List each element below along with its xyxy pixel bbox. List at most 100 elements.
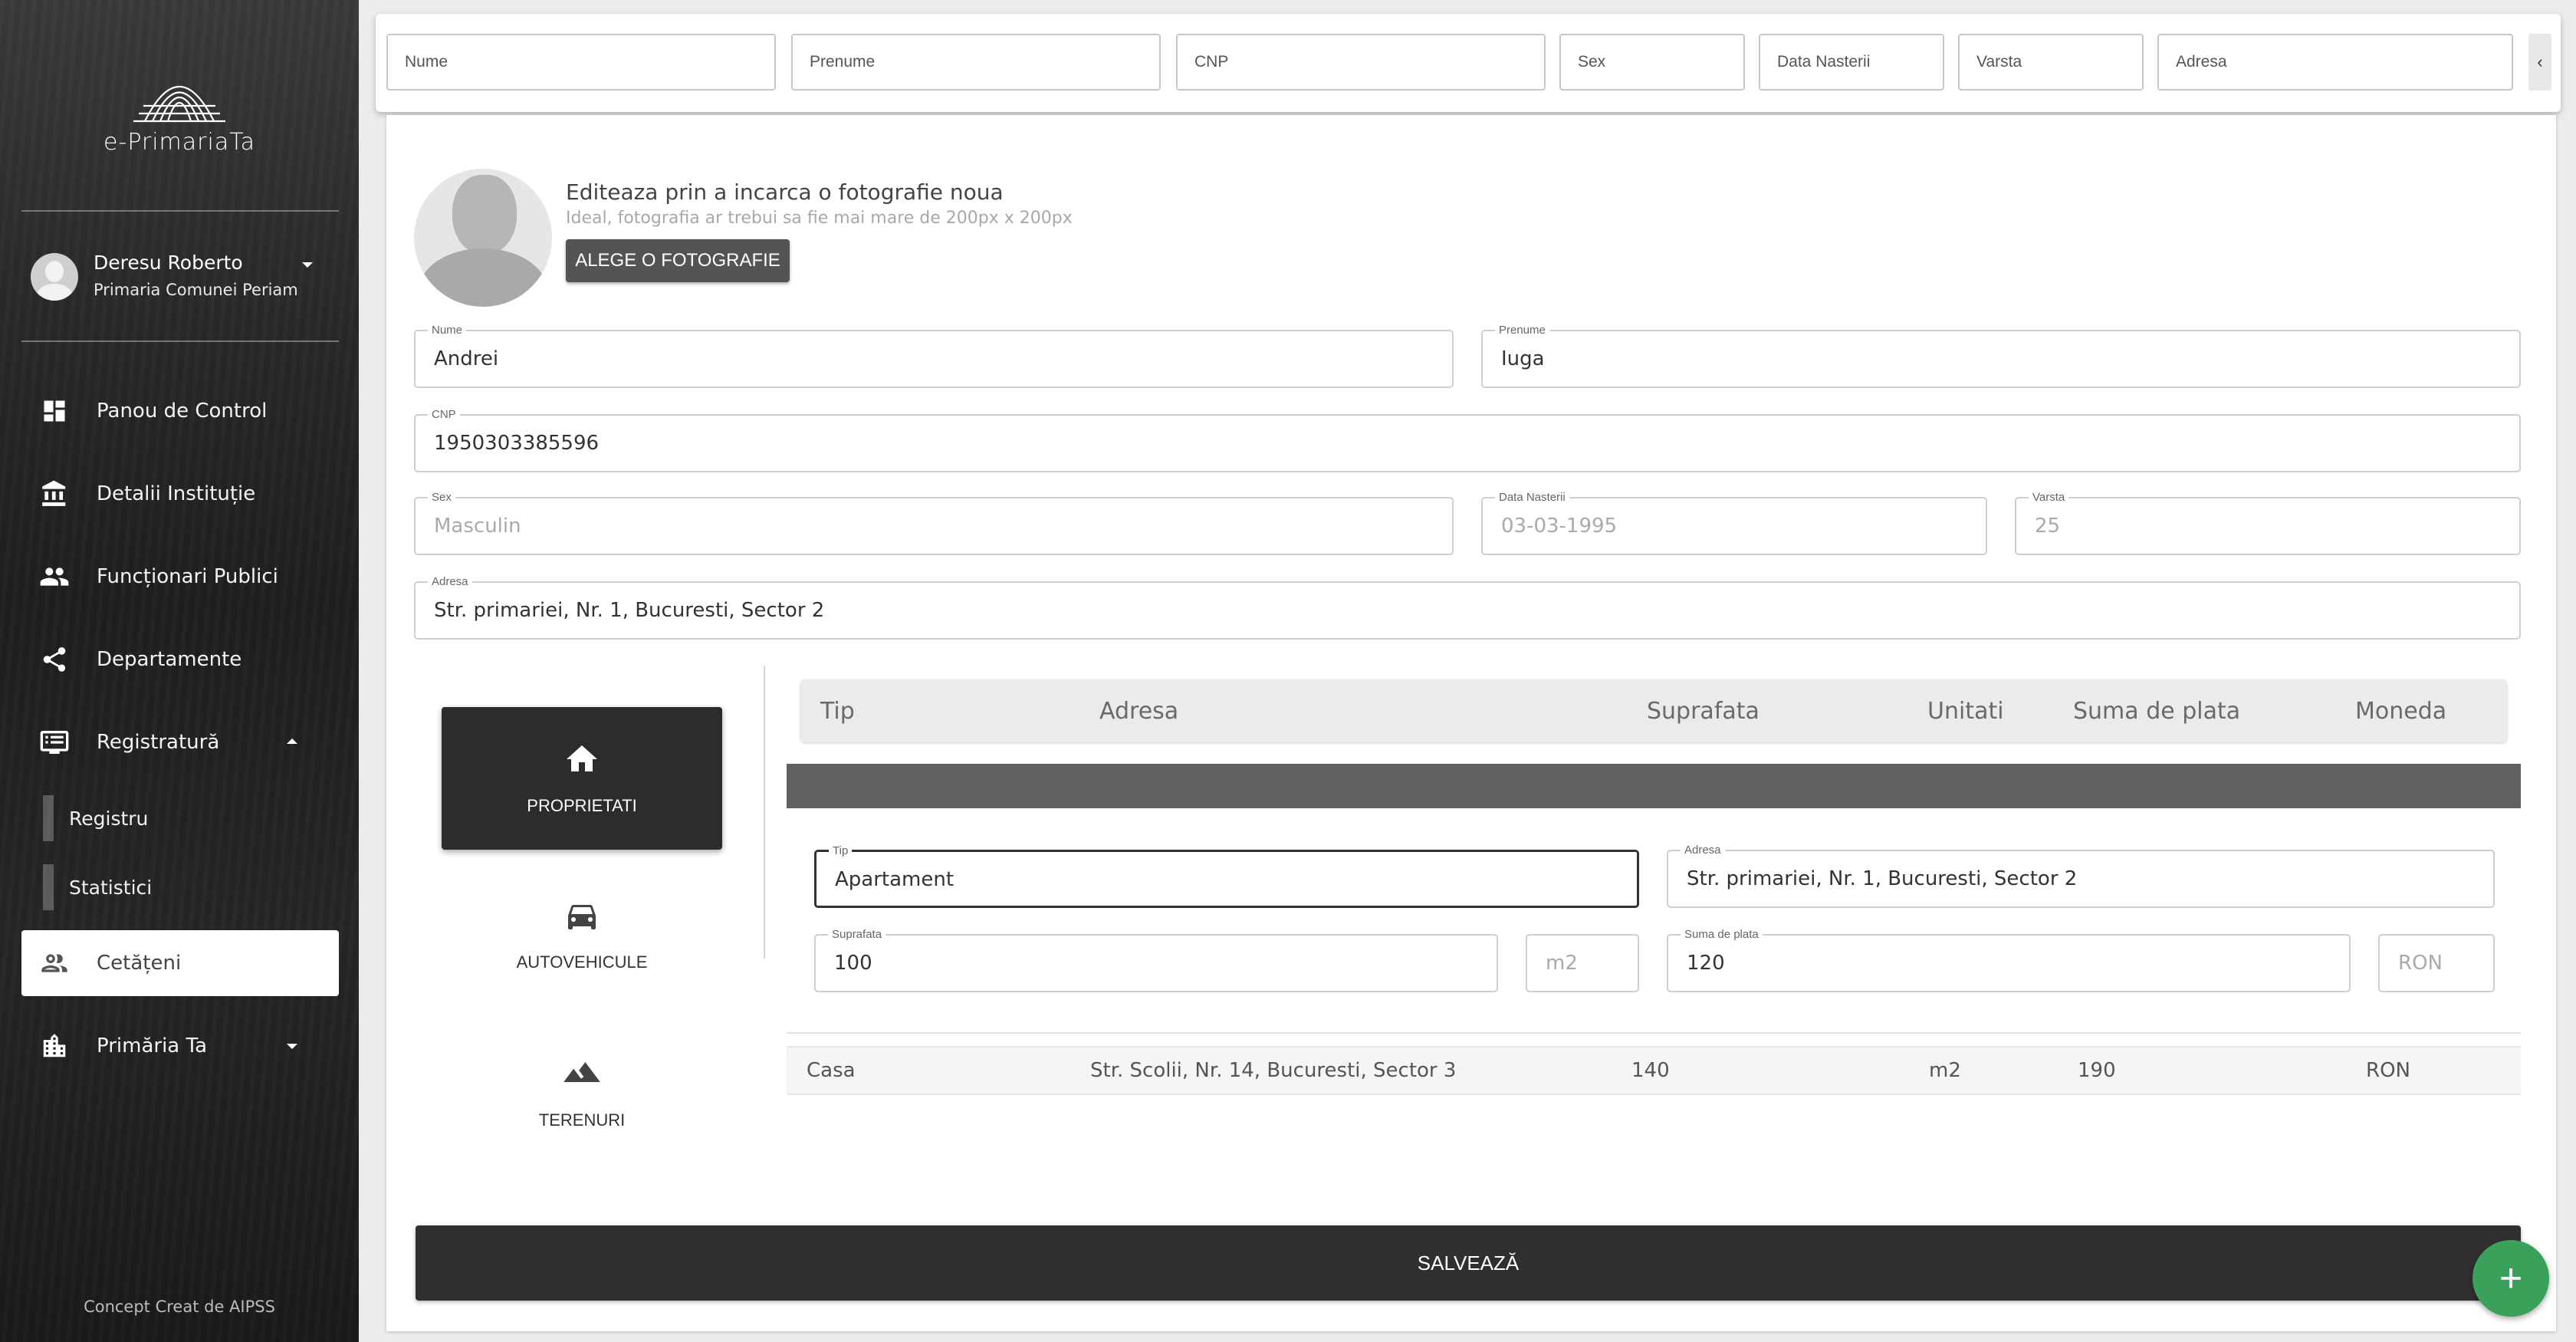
- filter-varsta[interactable]: Varsta: [1958, 34, 2144, 90]
- nav-item-panou-de-control[interactable]: Panou de Control: [21, 378, 339, 444]
- tab-autovehicule[interactable]: AUTOVEHICULE: [442, 863, 722, 1006]
- table-header: Tip Adresa Suprafata Unitati Suma de pla…: [800, 679, 2507, 742]
- nume-field[interactable]: Nume Andrei: [414, 323, 1454, 388]
- photo-title: Editeaza prin a incarca o fotografie nou…: [566, 179, 1004, 205]
- scroll-left-button[interactable]: ‹: [2528, 34, 2551, 90]
- nav-item-label: Departamente: [97, 648, 242, 671]
- column-header[interactable]: Suma de plata: [2073, 679, 2240, 742]
- column-header[interactable]: Tip: [820, 679, 855, 742]
- field-value: 120: [1687, 952, 1725, 975]
- dashboard-icon: [38, 395, 71, 427]
- building-icon: [38, 1030, 71, 1062]
- subitem-indicator: [43, 795, 54, 841]
- varsta-field: Varsta 25: [2015, 490, 2521, 555]
- field-value: Iuga: [1501, 347, 1545, 370]
- cell-suma: 190: [2078, 1059, 2116, 1082]
- field-value: Str. primariei, Nr. 1, Bucuresti, Sector…: [1687, 867, 2078, 890]
- filter-cnp[interactable]: CNP: [1176, 34, 1546, 90]
- nav-subitem-label: Statistici: [69, 877, 153, 899]
- user-name: Deresu Roberto: [94, 252, 243, 274]
- tip-field[interactable]: Tip Apartament: [814, 844, 1639, 908]
- cell-suprafata: 140: [1631, 1059, 1670, 1082]
- cell-unitati: m2: [1929, 1059, 1961, 1082]
- chevron-down-icon[interactable]: [302, 262, 313, 268]
- field-value: Masculin: [434, 515, 521, 538]
- tabs-divider: [764, 666, 765, 959]
- prenume-field[interactable]: Prenume Iuga: [1481, 323, 2521, 388]
- photo-hint: Ideal, fotografia ar trebui sa fie mai m…: [566, 209, 1073, 228]
- tab-terenuri[interactable]: TERENURI: [442, 1020, 722, 1163]
- tab-label: AUTOVEHICULE: [516, 952, 648, 972]
- field-value: 25: [2035, 515, 2061, 538]
- suma-de-plata-field[interactable]: Suma de plata 120: [1667, 927, 2351, 992]
- nav-item-detalii-institutie[interactable]: Detalii Instituție: [21, 461, 339, 527]
- nav-item-label: Panou de Control: [97, 400, 268, 423]
- cell-moneda: RON: [2366, 1059, 2410, 1082]
- chevron-down-icon[interactable]: [287, 1044, 297, 1049]
- property-adresa-field[interactable]: Adresa Str. primariei, Nr. 1, Bucuresti,…: [1667, 843, 2495, 908]
- nav-item-primaria-ta[interactable]: Primăria Ta: [21, 1013, 339, 1079]
- logo-text: e-PrimariaTa: [104, 129, 255, 156]
- field-value: RON: [2398, 952, 2443, 975]
- table-toolbar: [787, 764, 2521, 808]
- field-value: 1950303385596: [434, 432, 600, 455]
- column-header[interactable]: Unitati: [1927, 679, 2004, 742]
- nav-item-label: Funcționari Publici: [97, 565, 278, 588]
- cell-adresa: Str. Scolii, Nr. 14, Bucuresti, Sector 3: [1090, 1059, 1457, 1082]
- save-button[interactable]: SALVEAZĂ: [416, 1225, 2521, 1301]
- cnp-field[interactable]: CNP 1950303385596: [414, 407, 2521, 472]
- suprafata-field[interactable]: Suprafata 100: [814, 927, 1498, 992]
- table-row[interactable]: Casa Str. Scolii, Nr. 14, Bucuresti, Sec…: [787, 1046, 2521, 1095]
- bank-icon: [38, 478, 71, 510]
- add-button[interactable]: +: [2472, 1240, 2549, 1317]
- people-icon: [38, 561, 71, 593]
- nav-item-cetateni[interactable]: Cetățeni: [21, 930, 339, 996]
- column-header[interactable]: Moneda: [2355, 679, 2446, 742]
- field-value: 03-03-1995: [1501, 515, 1618, 538]
- person-outline-icon: [38, 947, 71, 979]
- logo: e-PrimariaTa: [0, 60, 359, 156]
- credit-text: Concept Creat de AIPSS: [84, 1298, 275, 1316]
- share-icon: [38, 643, 71, 676]
- choose-photo-button[interactable]: ALEGE O FOTOGRAFIE: [566, 239, 790, 282]
- nav-item-functionari-publici[interactable]: Funcționari Publici: [21, 544, 339, 610]
- filter-nume[interactable]: Nume: [386, 34, 776, 90]
- data-nasterii-field: Data Nasterii 03-03-1995: [1481, 490, 1987, 555]
- nav-subitem-registru[interactable]: Registru: [43, 795, 339, 841]
- logo-icon: [133, 86, 225, 123]
- filter-data-nasterii[interactable]: Data Nasterii: [1759, 34, 1944, 90]
- tab-label: PROPRIETATI: [527, 796, 637, 815]
- sex-field: Sex Masculin: [414, 490, 1454, 555]
- filter-prenume[interactable]: Prenume: [791, 34, 1161, 90]
- nav-item-registratura[interactable]: Registratură: [21, 709, 339, 775]
- divider: [21, 210, 339, 212]
- column-header[interactable]: Adresa: [1099, 679, 1178, 742]
- field-value: Andrei: [434, 347, 499, 370]
- subitem-indicator: [43, 864, 54, 910]
- nav-item-label: Cetățeni: [97, 952, 182, 975]
- nav-subitem-statistici[interactable]: Statistici: [43, 864, 339, 910]
- filter-adresa[interactable]: Adresa: [2157, 34, 2513, 90]
- nav-item-departamente[interactable]: Departamente: [21, 627, 339, 692]
- cell-tip: Casa: [807, 1059, 856, 1082]
- row-divider: [787, 1032, 2521, 1034]
- currency-field: RON: [2378, 934, 2495, 992]
- filter-bar: Nume Prenume CNP Sex Data Nasterii Varst…: [376, 14, 2561, 112]
- chevron-up-icon[interactable]: [287, 738, 297, 744]
- user-profile[interactable]: Deresu Roberto Primaria Comunei Periam: [31, 247, 337, 308]
- tab-proprietati[interactable]: PROPRIETATI: [442, 707, 722, 850]
- field-value: m2: [1546, 952, 1578, 975]
- citizen-edit-card: Editeaza prin a incarca o fotografie nou…: [386, 115, 2556, 1331]
- adresa-field[interactable]: Adresa Str. primariei, Nr. 1, Bucuresti,…: [414, 574, 2521, 640]
- tab-label: TERENURI: [538, 1110, 626, 1130]
- home-icon: [567, 745, 597, 771]
- user-organization: Primaria Comunei Periam: [94, 281, 298, 299]
- filter-sex[interactable]: Sex: [1559, 34, 1745, 90]
- nav-subitem-label: Registru: [69, 808, 149, 830]
- column-header[interactable]: Suprafata: [1647, 679, 1760, 742]
- field-value: Apartament: [835, 868, 955, 891]
- photo-body: [419, 248, 547, 307]
- divider: [21, 340, 339, 342]
- profile-photo: [414, 169, 552, 307]
- nav-item-label: Registratură: [97, 731, 220, 754]
